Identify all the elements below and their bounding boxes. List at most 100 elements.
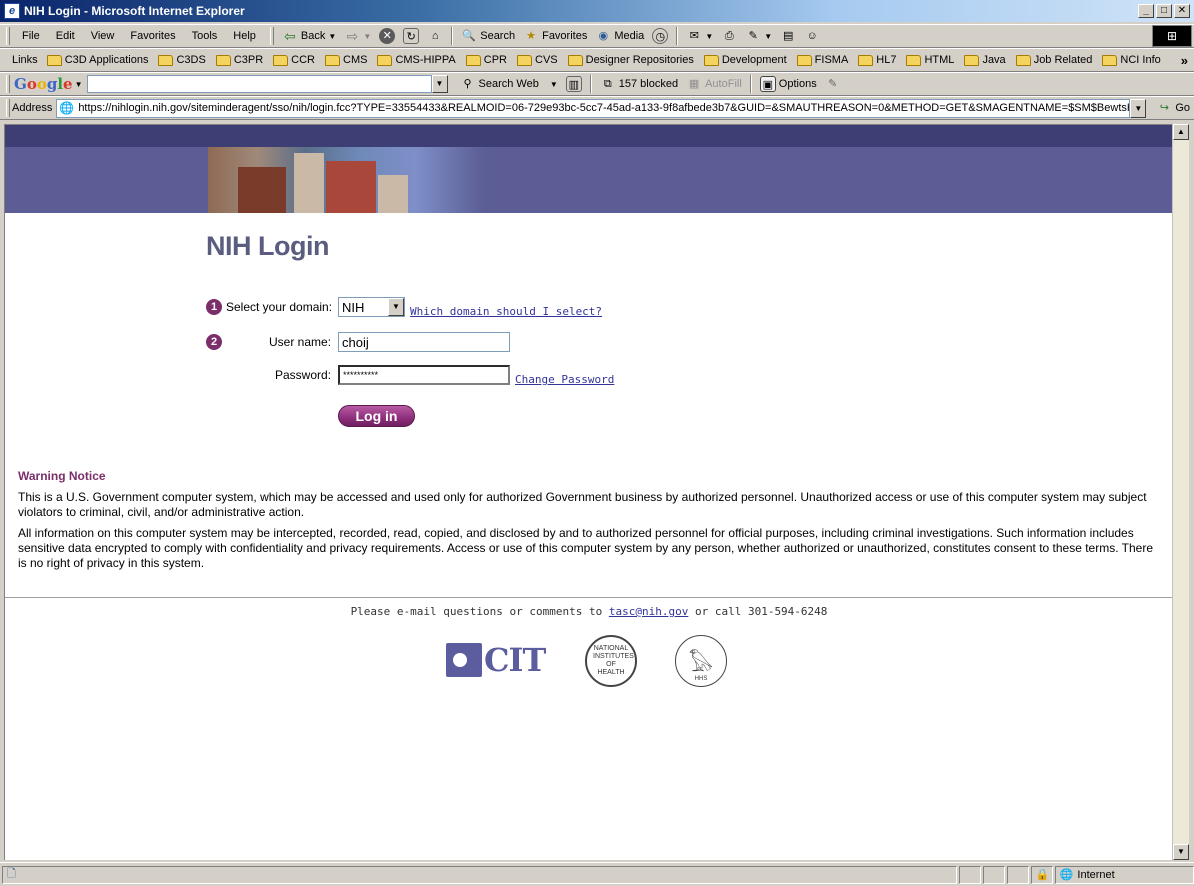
- step-number: 2: [206, 334, 222, 350]
- username-input[interactable]: choij: [338, 332, 510, 352]
- links-item[interactable]: Development: [699, 54, 792, 66]
- minimize-button[interactable]: _: [1138, 4, 1154, 18]
- close-button[interactable]: ✕: [1174, 4, 1190, 18]
- printer-icon: ⎙: [724, 30, 734, 42]
- menu-tools[interactable]: Tools: [184, 30, 226, 42]
- options-button[interactable]: ▣ Options: [756, 74, 821, 94]
- toolbar-grip[interactable]: [6, 27, 10, 45]
- domain-help-link[interactable]: Which domain should I select?: [410, 305, 602, 318]
- forward-arrow-icon: ⇨: [346, 28, 359, 44]
- chevron-down-icon[interactable]: ▼: [75, 80, 83, 89]
- cit-logo[interactable]: CIT: [446, 641, 546, 679]
- history-button[interactable]: ◷: [648, 26, 672, 46]
- cit-logo-text: CIT: [484, 641, 546, 679]
- links-item-label: NCI Info: [1120, 54, 1161, 66]
- messenger-button[interactable]: ☺: [800, 26, 824, 46]
- links-item-label: C3PR: [233, 54, 264, 66]
- links-item-label: CMS: [343, 54, 368, 66]
- chevron-down-icon[interactable]: ▼: [550, 80, 558, 89]
- window-title-bar[interactable]: e NIH Login - Microsoft Internet Explore…: [0, 0, 1194, 24]
- google-logo[interactable]: Google: [14, 75, 73, 93]
- news-button[interactable]: ▥: [562, 74, 586, 94]
- chevron-down-icon[interactable]: ▼: [764, 32, 772, 41]
- links-item[interactable]: CMS: [320, 54, 372, 66]
- footer-email-link[interactable]: tasc@nih.gov: [609, 605, 688, 618]
- favorites-button[interactable]: ★ Favorites: [519, 26, 591, 46]
- zone-cell[interactable]: 🌐 Internet: [1054, 865, 1194, 884]
- media-icon: ◉: [598, 30, 609, 42]
- forward-button[interactable]: ⇨ ▼: [340, 26, 375, 46]
- chevron-down-icon[interactable]: ▼: [328, 32, 336, 41]
- google-search-dropdown[interactable]: ▼: [431, 75, 448, 93]
- maximize-button[interactable]: □: [1156, 4, 1172, 18]
- chevron-down-icon[interactable]: ▼: [705, 32, 713, 41]
- discuss-button[interactable]: ▤: [776, 26, 800, 46]
- links-item[interactable]: C3D Applications: [42, 54, 154, 66]
- menu-file[interactable]: File: [14, 30, 48, 42]
- search-button[interactable]: 🔍 Search: [457, 26, 519, 46]
- media-button[interactable]: ◉ Media: [591, 26, 648, 46]
- star-icon: ★: [526, 30, 537, 42]
- links-item[interactable]: C3DS: [153, 54, 210, 66]
- links-item-label: CVS: [535, 54, 558, 66]
- menu-help[interactable]: Help: [225, 30, 264, 42]
- mail-button[interactable]: ✉ ▼: [682, 26, 717, 46]
- zone-label: Internet: [1077, 868, 1115, 881]
- highlight-button[interactable]: ✎: [821, 74, 845, 94]
- footer-divider: [5, 597, 1172, 598]
- menu-edit[interactable]: Edit: [48, 30, 83, 42]
- links-item-label: Designer Repositories: [585, 54, 694, 66]
- vertical-scrollbar[interactable]: ▲ ▼: [1172, 124, 1189, 860]
- links-item[interactable]: Java: [959, 54, 1010, 66]
- toolbar-grip[interactable]: [6, 75, 10, 93]
- google-search-input[interactable]: [86, 75, 432, 93]
- address-input[interactable]: 🌐 https://nihlogin.nih.gov/siteminderage…: [56, 98, 1131, 118]
- links-item[interactable]: CMS-HIPPA: [372, 54, 460, 66]
- domain-select[interactable]: NIH ▼: [338, 297, 405, 317]
- links-item[interactable]: Designer Repositories: [563, 54, 699, 66]
- links-item-label: HTML: [924, 54, 955, 66]
- login-button[interactable]: Log in: [338, 405, 415, 427]
- links-item[interactable]: HTML: [901, 54, 959, 66]
- toolbar-grip[interactable]: [6, 99, 10, 117]
- chevron-down-icon[interactable]: ▼: [388, 298, 404, 316]
- edit-button[interactable]: ✎ ▼: [741, 26, 776, 46]
- print-button[interactable]: ⎙: [717, 26, 741, 46]
- google-toolbar: Google ▼ ▼ ⚲ Search Web ▼ ▥ ⧉ 157 blocke…: [0, 72, 1194, 96]
- links-item-label: CCR: [291, 54, 315, 66]
- menu-view[interactable]: View: [83, 30, 123, 42]
- menu-favorites[interactable]: Favorites: [122, 30, 183, 42]
- page-favicon-icon: 🌐: [59, 101, 75, 115]
- search-web-button[interactable]: ⚲ Search Web ▼: [456, 74, 562, 94]
- refresh-button[interactable]: ↻: [399, 26, 423, 46]
- address-dropdown[interactable]: ▼: [1130, 98, 1147, 118]
- links-item[interactable]: Job Related: [1011, 54, 1098, 66]
- links-item[interactable]: CCR: [268, 54, 320, 66]
- toolbar-grip[interactable]: [269, 27, 274, 45]
- links-item[interactable]: C3PR: [211, 54, 268, 66]
- home-button[interactable]: ⌂: [423, 26, 447, 46]
- scroll-up-button[interactable]: ▲: [1173, 124, 1189, 140]
- autofill-button[interactable]: ▦ AutoFill: [682, 74, 746, 94]
- links-item[interactable]: FISMA: [792, 54, 854, 66]
- nih-seal[interactable]: NATIONAL INSTITUTES OF HEALTH: [585, 635, 637, 687]
- links-item-label: HL7: [876, 54, 897, 66]
- status-cell: [1006, 865, 1029, 884]
- links-item[interactable]: HL7: [853, 54, 901, 66]
- links-item[interactable]: NCI Info: [1097, 54, 1165, 66]
- change-password-link[interactable]: Change Password: [515, 373, 614, 386]
- popup-blocked-icon: ⧉: [603, 78, 612, 90]
- password-input[interactable]: **********: [338, 365, 510, 385]
- stop-button[interactable]: ✕: [375, 26, 399, 46]
- go-button[interactable]: ↪ Go: [1152, 98, 1194, 118]
- popup-blocker-button[interactable]: ⧉ 157 blocked: [596, 74, 682, 94]
- security-lock-cell[interactable]: 🔒: [1030, 865, 1053, 884]
- links-item[interactable]: CVS: [512, 54, 563, 66]
- hhs-seal[interactable]: 𓅃 HHS: [675, 635, 727, 687]
- back-button[interactable]: ⇦ Back ▼: [278, 26, 340, 46]
- links-item[interactable]: CPR: [461, 54, 512, 66]
- scroll-down-button[interactable]: ▼: [1173, 844, 1189, 860]
- chevron-down-icon[interactable]: ▼: [363, 32, 371, 41]
- banner-top-strip: [5, 125, 1172, 147]
- links-more-chevron[interactable]: »: [1181, 53, 1188, 68]
